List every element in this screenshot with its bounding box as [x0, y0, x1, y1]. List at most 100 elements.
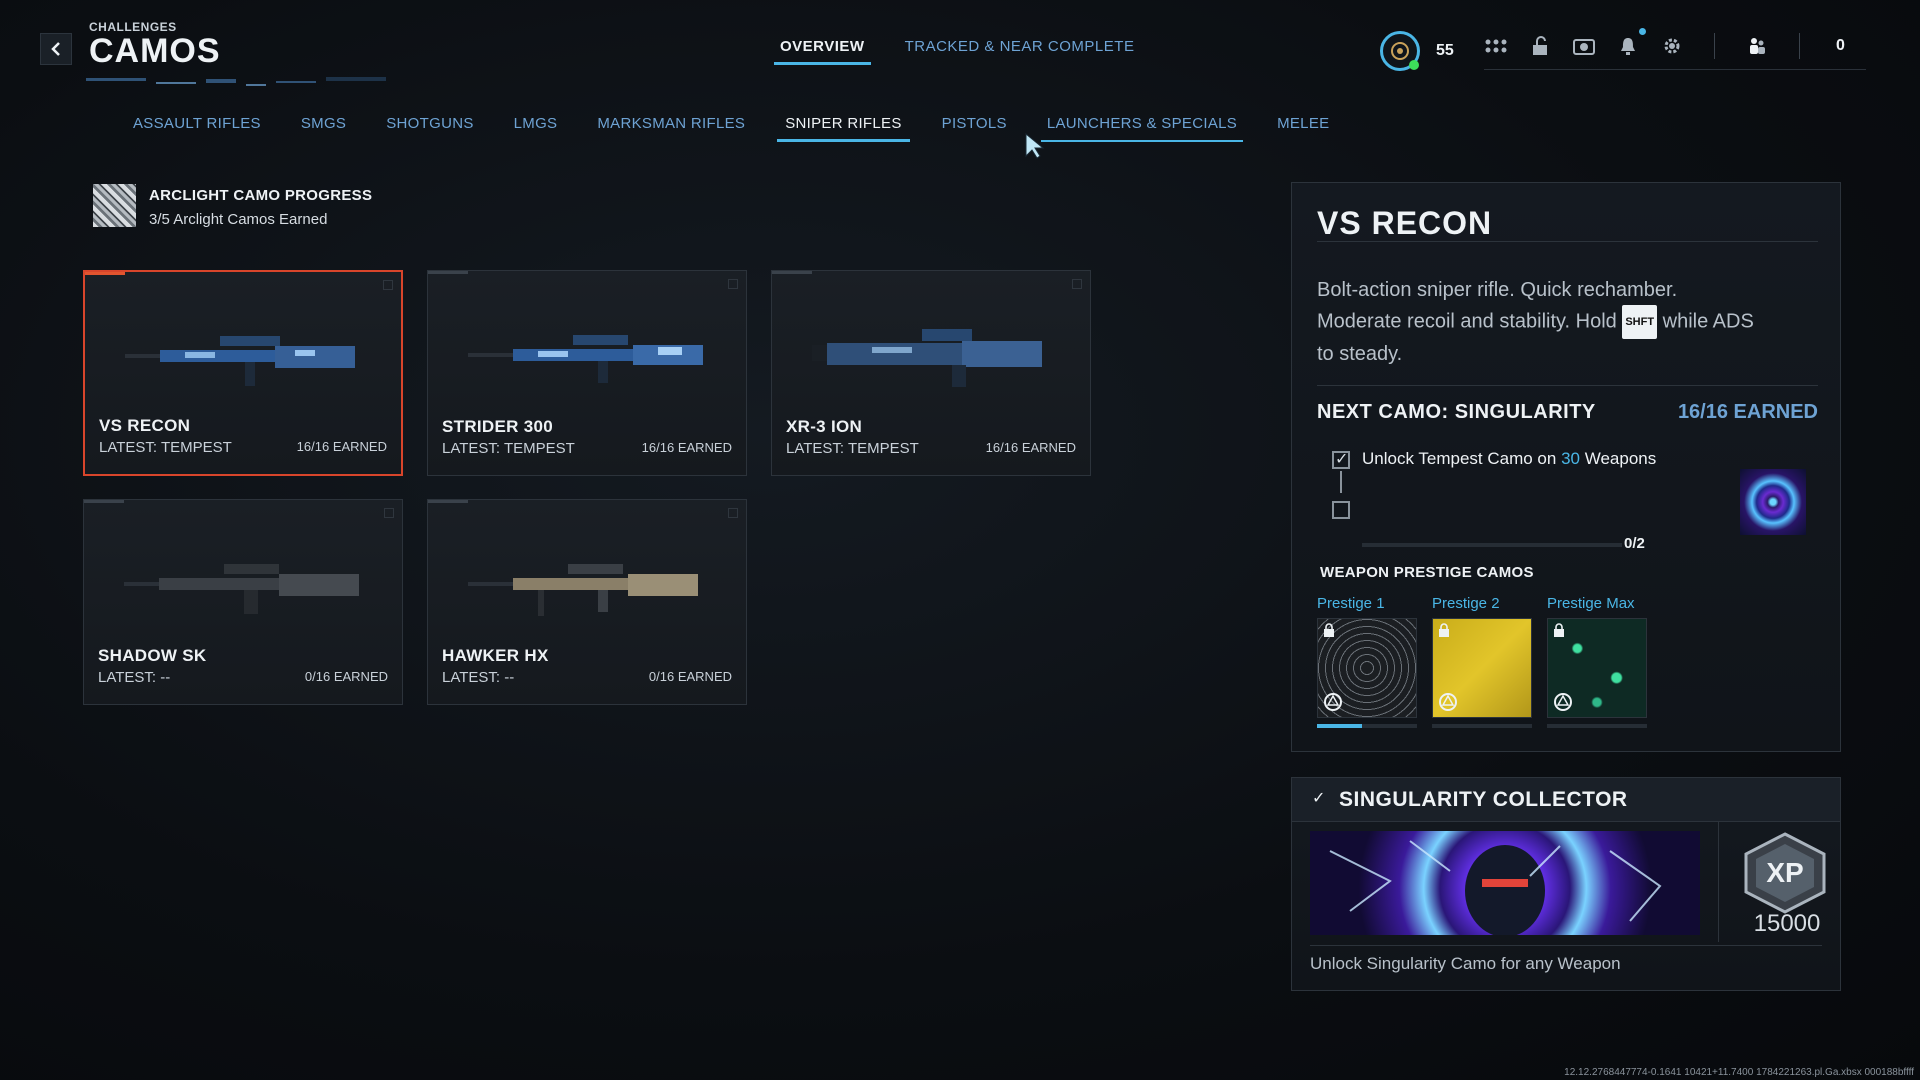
- weapon-name: SHADOW SK: [98, 646, 207, 665]
- camera-icon[interactable]: [1572, 34, 1596, 58]
- prestige-badge-icon: [1324, 693, 1342, 711]
- singularity-artwork: [1310, 831, 1700, 935]
- weapon-earned-count: 0/16 EARNED: [304, 669, 388, 684]
- collector-header: ✓ SINGULARITY COLLECTOR: [1292, 778, 1840, 822]
- singularity-collector-panel[interactable]: ✓ SINGULARITY COLLECTOR XP 15000 Unlock …: [1291, 777, 1841, 991]
- tab-shotguns[interactable]: SHOTGUNS: [386, 115, 473, 142]
- card-accent-bar: [772, 271, 812, 274]
- task-connector: [1340, 471, 1342, 493]
- divider: [1310, 945, 1822, 946]
- tab-launchers-specials[interactable]: LAUNCHERS & SPECIALS: [1040, 115, 1244, 142]
- weapon-latest-camo: LATEST: --: [442, 669, 515, 686]
- top-tabs: OVERVIEW TRACKED & NEAR COMPLETE: [774, 38, 1135, 65]
- keybind-hint: SHFT: [1622, 305, 1658, 339]
- back-button[interactable]: [40, 33, 72, 65]
- grid-icon[interactable]: [1484, 34, 1508, 58]
- card-corner-marker: [383, 280, 393, 290]
- singularity-camo-thumbnail[interactable]: [1740, 469, 1806, 535]
- prestige-1-camo[interactable]: Prestige 1: [1317, 595, 1417, 728]
- task-text-suffix: Weapons: [1584, 449, 1657, 468]
- prestige-label: Prestige 2: [1432, 595, 1500, 612]
- collector-description: Unlock Singularity Camo for any Weapon: [1310, 954, 1621, 973]
- arclight-camo-thumbnail: [93, 184, 136, 227]
- task-checkbox-complete: [1332, 449, 1350, 469]
- tab-assault-rifles[interactable]: ASSAULT RIFLES: [133, 115, 261, 142]
- tab-tracked-near-complete[interactable]: TRACKED & NEAR COMPLETE: [905, 38, 1135, 65]
- prestige-label: Prestige 1: [1317, 595, 1385, 612]
- card-accent-bar: [428, 500, 468, 503]
- task-text-prefix: Unlock Tempest Camo on: [1362, 449, 1557, 468]
- player-level: 55: [1436, 42, 1454, 59]
- hud-bar: 55 0: [1380, 27, 1866, 74]
- sniper-rifle-image: [812, 329, 1042, 387]
- next-camo-title: NEXT CAMO: SINGULARITY: [1317, 401, 1596, 423]
- check-icon: ✓: [1312, 790, 1326, 807]
- description-line: while ADS: [1662, 310, 1754, 333]
- weapon-card-vs-recon[interactable]: VS RECON LATEST: TEMPEST 16/16 EARNED: [83, 270, 403, 476]
- divider: [1718, 822, 1719, 942]
- weapon-earned-count: 16/16 EARNED: [641, 440, 732, 455]
- task-progress-bar: [1362, 543, 1622, 547]
- prestige-progress-bar: [1547, 724, 1647, 728]
- xp-badge-icon: XP: [1744, 832, 1826, 914]
- prestige-camo-swatch: [1432, 618, 1532, 718]
- hud-separator: [1714, 32, 1715, 59]
- prestige-camo-swatch: [1547, 618, 1647, 718]
- arclight-progress-subtitle: 3/5 Arclight Camos Earned: [149, 211, 328, 228]
- page-title: CAMOS: [89, 32, 221, 70]
- weapon-latest-camo: LATEST: TEMPEST: [786, 440, 919, 457]
- weapon-detail-panel: VS RECON Bolt-action sniper rifle. Quick…: [1291, 182, 1841, 752]
- collector-title: SINGULARITY COLLECTOR: [1339, 788, 1628, 811]
- mouse-cursor-icon: [1025, 132, 1045, 159]
- emblem-icon: [1391, 42, 1409, 60]
- player-level-emblem-icon[interactable]: [1380, 31, 1420, 71]
- weapon-latest-camo: LATEST: TEMPEST: [99, 439, 232, 456]
- divider: [1317, 385, 1818, 386]
- weapon-card-shadow-sk[interactable]: SHADOW SK LATEST: -- 0/16 EARNED: [83, 499, 403, 705]
- weapon-card-strider-300[interactable]: STRIDER 300 LATEST: TEMPEST 16/16 EARNED: [427, 270, 747, 476]
- weapon-card-xr-3-ion[interactable]: XR-3 ION LATEST: TEMPEST 16/16 EARNED: [771, 270, 1091, 476]
- unlock-icon[interactable]: [1528, 34, 1552, 58]
- tab-smgs[interactable]: SMGS: [301, 115, 346, 142]
- friends-icon[interactable]: [1745, 34, 1769, 58]
- tab-overview[interactable]: OVERVIEW: [774, 38, 871, 65]
- weapon-earned-count: 0/16 EARNED: [648, 669, 732, 684]
- camo-task-description: Unlock Tempest Camo on 30 Weapons: [1362, 449, 1656, 469]
- card-corner-marker: [728, 508, 738, 518]
- task-text-highlight: 30: [1561, 449, 1580, 468]
- lock-icon: [1324, 623, 1334, 637]
- weapon-card-hawker-hx[interactable]: HAWKER HX LATEST: -- 0/16 EARNED: [427, 499, 747, 705]
- hud-icon-group: 0: [1484, 27, 1866, 70]
- sniper-rifle-image: [468, 564, 698, 616]
- prestige-max-camo[interactable]: Prestige Max: [1547, 595, 1647, 728]
- task-progress-count: 0/2: [1624, 535, 1645, 552]
- tab-marksman-rifles[interactable]: MARKSMAN RIFLES: [597, 115, 745, 142]
- weapon-name: HAWKER HX: [442, 646, 549, 665]
- tab-lmgs[interactable]: LMGS: [514, 115, 558, 142]
- tab-pistols[interactable]: PISTOLS: [942, 115, 1007, 142]
- prestige-badge-icon: [1554, 693, 1572, 711]
- card-corner-marker: [728, 279, 738, 289]
- gear-icon[interactable]: [1660, 34, 1684, 58]
- sniper-rifle-image: [125, 336, 355, 386]
- weapon-name: STRIDER 300: [442, 417, 554, 436]
- card-corner-marker: [384, 508, 394, 518]
- hud-separator: [1799, 32, 1800, 59]
- weapon-latest-camo: LATEST: TEMPEST: [442, 440, 575, 457]
- weapon-earned-count: 16/16 EARNED: [985, 440, 1076, 455]
- prestige-progress-fill: [1317, 724, 1362, 728]
- weapon-name: VS RECON: [99, 416, 191, 435]
- weapon-earned-count: 16/16 EARNED: [296, 439, 387, 454]
- arclight-progress-title: ARCLIGHT CAMO PROGRESS: [149, 187, 373, 204]
- weapon-description: Bolt-action sniper rifle. Quick rechambe…: [1317, 275, 1787, 369]
- next-camo-earned: 16/16 EARNED: [1677, 401, 1818, 423]
- tab-melee[interactable]: MELEE: [1277, 115, 1329, 142]
- sniper-rifle-image: [468, 335, 703, 383]
- title-glitch-decoration: [86, 77, 386, 86]
- detail-weapon-title: VS RECON: [1317, 205, 1493, 241]
- bell-icon[interactable]: [1616, 27, 1646, 58]
- tab-sniper-rifles[interactable]: SNIPER RIFLES: [777, 115, 911, 142]
- prestige-2-camo[interactable]: Prestige 2: [1432, 595, 1532, 728]
- divider: [1317, 241, 1818, 242]
- weapon-latest-camo: LATEST: --: [98, 669, 171, 686]
